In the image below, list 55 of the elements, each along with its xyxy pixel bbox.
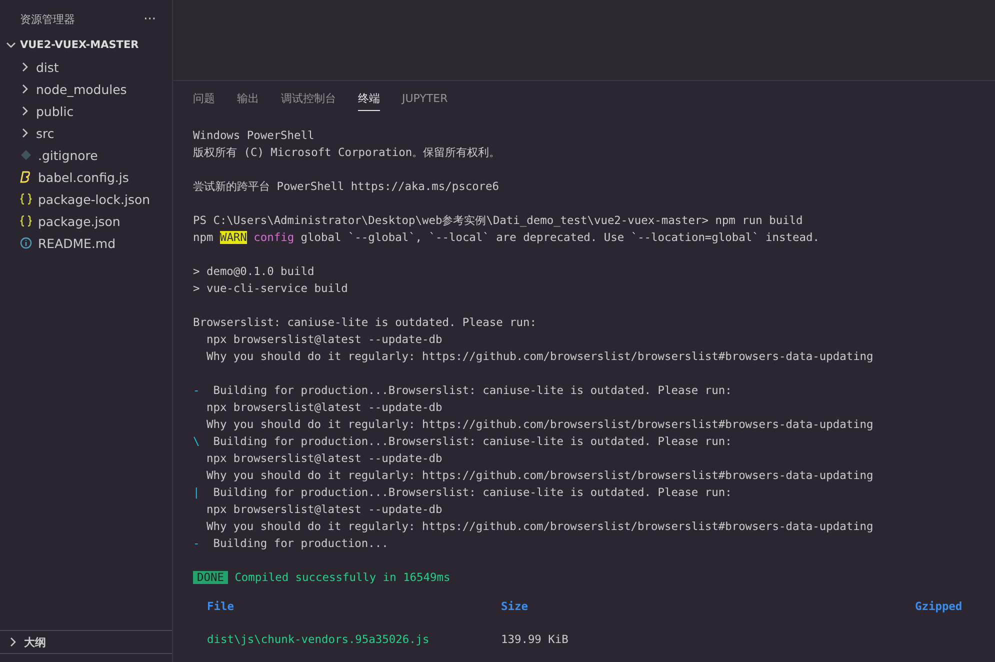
explorer-title: 资源管理器 — [20, 12, 75, 26]
terminal-line: > demo@0.1.0 build — [193, 264, 316, 280]
terminal-line: Browserslist: caniuse-lite is outdated. Please run: — [193, 315, 538, 331]
folder-item[interactable]: dist — [0, 56, 172, 78]
panel-tab[interactable]: 输出 — [237, 85, 259, 111]
terminal-line: - Building for production...Browserslist: caniuse-lite is outdated. Please run: — [193, 383, 733, 399]
terminal-line: npx browserslist@latest --update-db — [205, 400, 444, 416]
folder-item[interactable]: public — [0, 100, 172, 122]
outline-section[interactable]: 大纲 — [0, 630, 172, 654]
file-item[interactable]: .gitignore — [0, 144, 172, 166]
terminal-line: Why you should do it regularly: https://github.com/browserslist/browserslist#browsers-data-updating — [205, 349, 874, 365]
braces-icon — [20, 215, 32, 227]
chevron-icon — [20, 106, 30, 116]
chevron-icon — [20, 128, 30, 138]
chevron-icon — [6, 40, 16, 50]
terminal-line: | Building for production...Browserslist: caniuse-lite is outdated. Please run: — [193, 485, 733, 501]
letter-b-icon — [20, 171, 32, 183]
terminal-line: Why you should do it regularly: https://github.com/browserslist/browserslist#browsers-data-updating — [205, 519, 874, 535]
terminal-line: npm WARN config global `--global`, `--local` are deprecated. Use `--location=global` instead. — [193, 230, 820, 246]
terminal-line: DONE Compiled successfully in 16549ms — [193, 569, 975, 586]
terminal-line: npx browserslist@latest --update-db — [205, 451, 444, 467]
file-item[interactable]: package.json — [0, 210, 172, 232]
table-cell-text: 139.99 KiB — [500, 633, 570, 646]
terminal-line: > vue-cli-service build — [193, 281, 349, 297]
braces-icon — [20, 193, 32, 205]
terminal-line: Windows PowerShell — [193, 128, 316, 144]
table-cell-text: dist\js\chunk-vendors.95a35026.js — [206, 633, 430, 646]
terminal-line: \ Building for production...Browserslist: caniuse-lite is outdated. Please run: — [193, 434, 733, 450]
chevron-icon — [20, 84, 30, 94]
panel-tab[interactable]: 终端 — [358, 85, 380, 111]
column-header: Size — [500, 600, 529, 615]
chevron-icon — [8, 637, 18, 647]
more-actions-button[interactable]: ··· — [144, 12, 156, 26]
panel-tab[interactable]: 问题 — [193, 85, 215, 111]
chevron-icon — [20, 62, 30, 72]
project-folder[interactable]: VUE2-VUEX-MASTER — [0, 34, 172, 56]
column-header: Gzipped — [914, 600, 962, 615]
terminal-line: npx browserslist@latest --update-db — [205, 332, 444, 348]
file-item[interactable]: README.md — [0, 232, 172, 254]
terminal-line: - Building for production... — [193, 536, 390, 552]
folder-item[interactable]: src — [0, 122, 172, 144]
panel-tab[interactable]: JUPYTER — [402, 86, 448, 110]
terminal-line: Why you should do it regularly: https://github.com/browserslist/browserslist#browsers-data-updating — [205, 468, 874, 484]
info-icon — [20, 237, 32, 249]
terminal-line: 尝试新的跨平台 PowerShell https://aka.ms/pscore6 — [193, 179, 500, 195]
file-item[interactable]: babel.config.js — [0, 166, 172, 188]
terminal-line: npx browserslist@latest --update-db — [205, 502, 444, 518]
panel-tab[interactable]: 调试控制台 — [281, 85, 336, 111]
file-item[interactable]: package-lock.json — [0, 188, 172, 210]
column-header: File — [206, 600, 235, 615]
terminal-line: PS C:\Users\Administrator\Desktop\web参考实例\Dati_demo_test\vue2-vuex-master> npm run build — [193, 213, 804, 229]
folder-item[interactable]: node_modules — [0, 78, 172, 100]
terminal-line: 版权所有 (C) Microsoft Corporation。保留所有权利。 — [193, 145, 502, 161]
terminal-line: Why you should do it regularly: https://github.com/browserslist/browserslist#browsers-data-updating — [205, 417, 874, 433]
diamond-icon — [20, 149, 32, 161]
